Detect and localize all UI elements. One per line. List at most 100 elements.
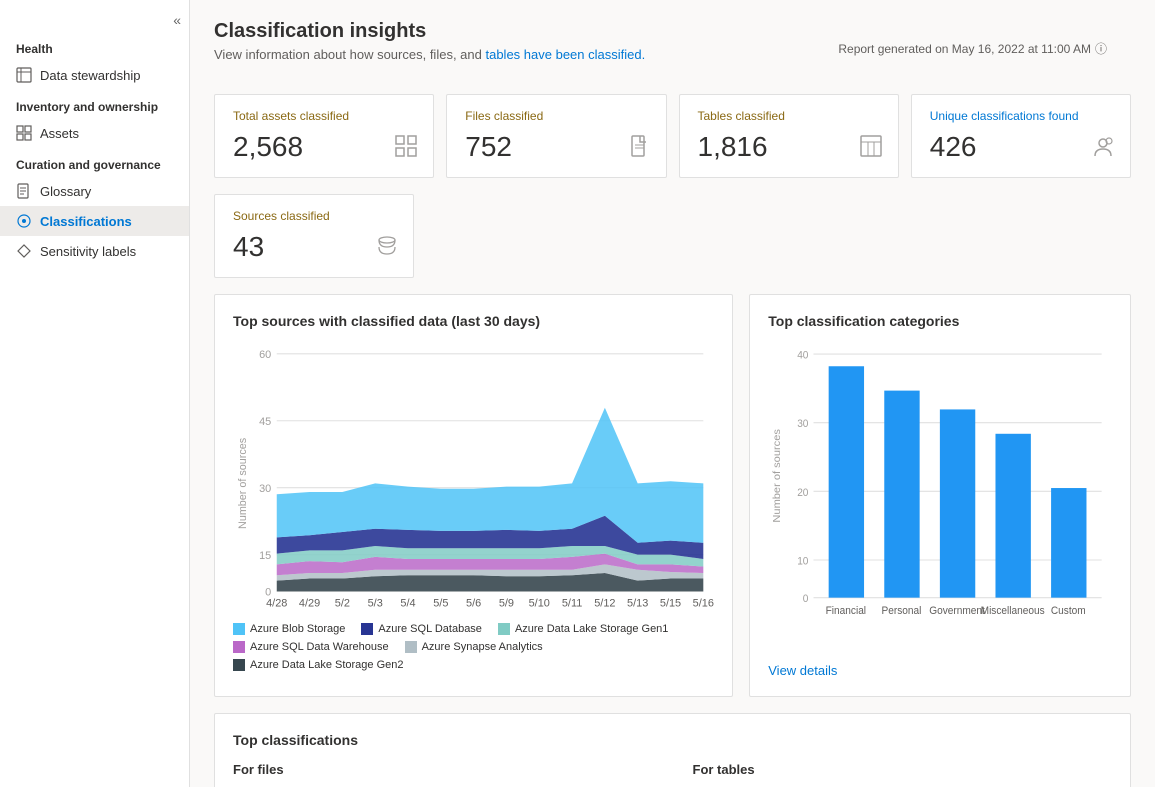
legend-sql-db-label: Azure SQL Database (378, 623, 482, 635)
glossary-icon (16, 183, 32, 199)
sidebar: « Health Data stewardship Inventory and … (0, 0, 190, 787)
svg-text:4/29: 4/29 (299, 598, 320, 610)
sidebar-item-sensitivity-labels[interactable]: Sensitivity labels (0, 236, 189, 266)
stat-card-sources: Sources classified 43 (214, 194, 414, 278)
svg-text:Financial: Financial (826, 605, 866, 618)
svg-text:Miscellaneous: Miscellaneous (981, 605, 1045, 618)
legend-blob-storage-color (233, 623, 245, 635)
area-chart-title: Top sources with classified data (last 3… (233, 313, 714, 329)
tables-value: 1,816 (698, 131, 880, 163)
bar-financial (829, 366, 864, 597)
classifications-cols: For files For tables (233, 762, 1112, 777)
svg-text:20: 20 (797, 486, 808, 499)
svg-text:10: 10 (797, 555, 808, 568)
sources-value: 43 (233, 231, 395, 263)
stat-card-tables: Tables classified 1,816 (679, 94, 899, 178)
sidebar-item-classifications-label: Classifications (40, 214, 132, 229)
sidebar-collapse-button[interactable]: « (0, 8, 189, 32)
sensitivity-labels-icon (16, 243, 32, 259)
sidebar-section-health: Health (0, 32, 189, 60)
svg-text:5/3: 5/3 (368, 598, 383, 610)
svg-text:0: 0 (803, 593, 809, 606)
view-details-link[interactable]: View details (768, 663, 837, 678)
legend-blob-storage: Azure Blob Storage (233, 623, 345, 635)
main-content: Classification insights View information… (190, 0, 1155, 787)
report-info-text: Report generated on May 16, 2022 at 11:0… (838, 42, 1091, 56)
classifications-icon (16, 213, 32, 229)
bar-personal (885, 391, 920, 598)
sources-label: Sources classified (233, 209, 395, 223)
legend-sql-dw-color (233, 641, 245, 653)
files-label: Files classified (465, 109, 647, 123)
svg-text:Custom: Custom (1051, 605, 1086, 618)
sidebar-item-sensitivity-labels-label: Sensitivity labels (40, 244, 136, 259)
top-classifications-title: Top classifications (233, 732, 1112, 748)
charts-row: Top sources with classified data (last 3… (214, 294, 1131, 697)
area-chart-legend: Azure Blob Storage Azure SQL Database Az… (233, 623, 714, 671)
for-files-col: For files (233, 762, 653, 777)
sidebar-section-curation: Curation and governance (0, 148, 189, 176)
files-value: 752 (465, 131, 647, 163)
sidebar-item-glossary-label: Glossary (40, 184, 91, 199)
svg-text:4/28: 4/28 (266, 598, 287, 610)
sources-icon (377, 235, 397, 263)
svg-text:5/15: 5/15 (660, 598, 681, 610)
data-stewardship-icon (16, 67, 32, 83)
bar-chart-container: 40 30 20 10 0 Number of sources (768, 343, 1112, 653)
bar-government (940, 409, 975, 597)
sidebar-item-glossary[interactable]: Glossary (0, 176, 189, 206)
top-classifications-panel: Top classifications For files For tables (214, 713, 1131, 787)
svg-text:Number of sources: Number of sources (772, 429, 783, 522)
svg-text:5/16: 5/16 (693, 598, 714, 610)
area-chart-svg: 60 45 30 15 0 Number of sources (233, 343, 714, 613)
sidebar-item-assets[interactable]: Assets (0, 118, 189, 148)
sidebar-item-data-stewardship[interactable]: Data stewardship (0, 60, 189, 90)
page-subtitle: View information about how sources, file… (214, 47, 645, 62)
files-icon (630, 135, 650, 163)
sidebar-item-assets-label: Assets (40, 126, 79, 141)
subtitle-link[interactable]: tables have been classified. (485, 47, 645, 62)
unique-icon (1092, 135, 1114, 163)
bar-chart-panel: Top classification categories 40 30 20 1… (749, 294, 1131, 697)
page-header: Classification insights View information… (214, 20, 1131, 78)
unique-label: Unique classifications found (930, 109, 1112, 123)
legend-data-lake-gen2-label: Azure Data Lake Storage Gen2 (250, 659, 403, 671)
legend-data-lake-gen1: Azure Data Lake Storage Gen1 (498, 623, 668, 635)
legend-sql-db-color (361, 623, 373, 635)
total-assets-value: 2,568 (233, 131, 415, 163)
svg-text:Personal: Personal (882, 605, 922, 618)
legend-sql-dw: Azure SQL Data Warehouse (233, 641, 389, 653)
legend-data-lake-gen1-color (498, 623, 510, 635)
assets-icon (16, 125, 32, 141)
sidebar-item-classifications[interactable]: Classifications (0, 206, 189, 236)
total-assets-label: Total assets classified (233, 109, 415, 123)
info-icon: ⓘ (1095, 40, 1107, 57)
bar-chart-svg: 40 30 20 10 0 Number of sources (768, 343, 1112, 653)
page-title: Classification insights (214, 20, 645, 43)
stat-card-files: Files classified 752 (446, 94, 666, 178)
tables-icon (860, 135, 882, 163)
svg-text:Government: Government (930, 605, 986, 618)
svg-text:5/10: 5/10 (529, 598, 550, 610)
svg-text:30: 30 (797, 418, 808, 431)
svg-text:5/9: 5/9 (499, 598, 514, 610)
legend-blob-storage-label: Azure Blob Storage (250, 623, 345, 635)
legend-data-lake-gen2-color (233, 659, 245, 671)
svg-text:45: 45 (259, 416, 271, 428)
for-tables-title: For tables (693, 762, 1113, 777)
stat-card-total-assets: Total assets classified 2,568 (214, 94, 434, 178)
total-assets-icon (395, 135, 417, 163)
for-tables-col: For tables (693, 762, 1113, 777)
legend-synapse-label: Azure Synapse Analytics (422, 641, 543, 653)
legend-synapse: Azure Synapse Analytics (405, 641, 543, 653)
svg-text:5/12: 5/12 (594, 598, 615, 610)
svg-text:5/11: 5/11 (562, 598, 582, 610)
svg-text:40: 40 (797, 349, 808, 362)
area-chart-panel: Top sources with classified data (last 3… (214, 294, 733, 697)
sidebar-section-inventory: Inventory and ownership (0, 90, 189, 118)
stat-cards-row2: Sources classified 43 (214, 194, 1131, 278)
area-chart-container: 60 45 30 15 0 Number of sources (233, 343, 714, 613)
page-header-left: Classification insights View information… (214, 20, 645, 78)
legend-sql-db: Azure SQL Database (361, 623, 482, 635)
svg-text:5/2: 5/2 (335, 598, 350, 610)
